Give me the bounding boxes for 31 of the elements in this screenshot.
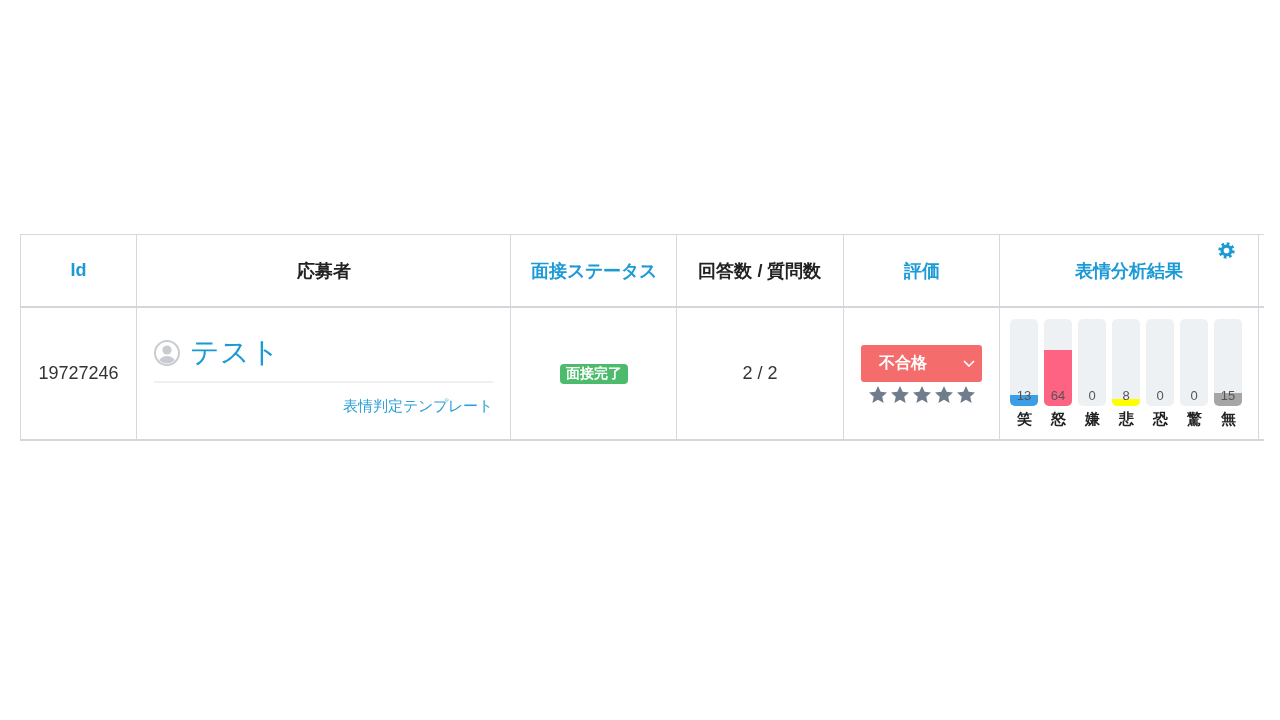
column-header: 回答数 / 質問数 — [698, 260, 822, 281]
status-badge: 面接完了 — [559, 363, 628, 384]
template-link[interactable]: 表情判定テンプレート — [343, 396, 493, 415]
settings-icon[interactable] — [1218, 242, 1235, 259]
emotion-value: 0 — [1155, 388, 1165, 403]
chevron-down-icon — [963, 359, 975, 367]
emotion-label: 嫌 — [1084, 408, 1100, 429]
emotion-value: 0 — [1189, 388, 1199, 403]
emotion-label: 驚 — [1186, 408, 1202, 429]
column-header[interactable]: 表情分析結果 — [1075, 260, 1183, 281]
applicant-name-link[interactable]: テスト — [190, 335, 280, 370]
star-icon[interactable] — [868, 385, 887, 403]
column-header: 応募者 — [296, 260, 351, 281]
avatar-icon — [154, 339, 180, 366]
emotion-value: 0 — [1087, 388, 1097, 403]
table-cell: 19727246 — [20, 307, 137, 440]
column-header[interactable]: Id — [70, 260, 87, 280]
star-icon[interactable] — [890, 385, 909, 403]
emotion-label: 無 — [1220, 408, 1236, 429]
star-icon[interactable] — [956, 385, 975, 403]
emotion-value: 8 — [1121, 388, 1131, 403]
evaluation-dropdown[interactable]: 不合格 — [861, 344, 982, 382]
emotion-label: 恐 — [1152, 408, 1168, 429]
star-icon[interactable] — [934, 385, 953, 403]
emotion-value: 64 — [1049, 388, 1067, 403]
emotion-label: 笑 — [1016, 408, 1032, 429]
column-header[interactable]: 評価 — [903, 260, 940, 281]
emotion-label: 怒 — [1050, 408, 1066, 429]
star-icon[interactable] — [912, 385, 931, 403]
star-rating[interactable] — [868, 385, 975, 403]
emotion-label: 悲 — [1118, 408, 1134, 429]
